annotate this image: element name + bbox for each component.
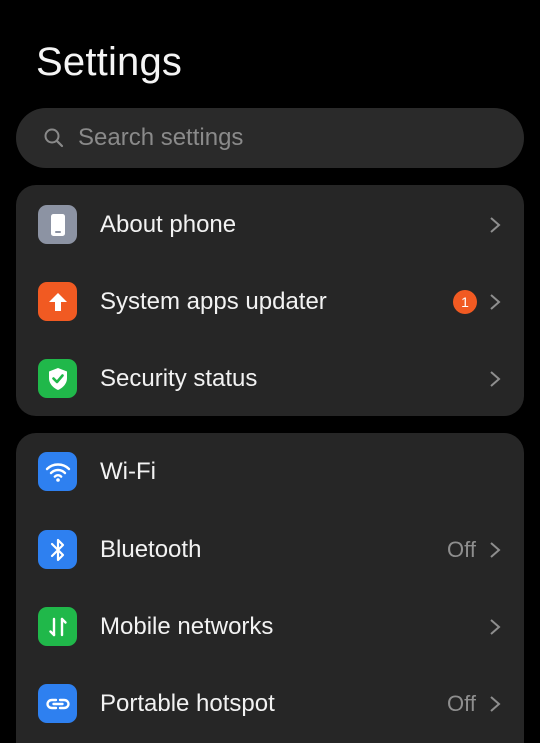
bluetooth-icon	[38, 530, 77, 569]
settings-group-connections: Wi-Fi Bluetooth Off Mobile networks Port…	[16, 433, 524, 743]
settings-screen: Settings About phone	[0, 0, 540, 743]
arrow-up-icon	[38, 282, 77, 321]
phone-icon	[38, 205, 77, 244]
settings-item-mobile-networks[interactable]: Mobile networks	[16, 588, 524, 665]
mobile-data-icon	[38, 607, 77, 646]
settings-item-wifi[interactable]: Wi-Fi	[16, 433, 524, 510]
settings-item-bluetooth[interactable]: Bluetooth Off	[16, 511, 524, 588]
settings-item-label: About phone	[100, 210, 237, 238]
settings-item-security-status[interactable]: Security status	[16, 340, 524, 417]
settings-item-label: Mobile networks	[100, 612, 274, 640]
chevron-right-icon	[488, 292, 502, 312]
settings-item-label: Wi-Fi	[100, 457, 156, 485]
chevron-right-icon	[488, 540, 502, 560]
search-icon	[42, 126, 66, 150]
settings-item-label: Portable hotspot	[100, 689, 275, 717]
chevron-right-icon	[488, 694, 502, 714]
chevron-right-icon	[488, 369, 502, 389]
shield-check-icon	[38, 359, 77, 398]
settings-group-device: About phone System apps updater 1 Securi…	[16, 185, 524, 416]
settings-item-portable-hotspot[interactable]: Portable hotspot Off	[16, 665, 524, 742]
page-title: Settings	[36, 40, 183, 84]
bluetooth-status-value: Off	[447, 536, 476, 562]
hotspot-icon	[38, 684, 77, 723]
chevron-right-icon	[488, 215, 502, 235]
search-input[interactable]	[78, 124, 478, 152]
settings-item-system-apps-updater[interactable]: System apps updater 1	[16, 263, 524, 340]
hotspot-status-value: Off	[447, 690, 476, 716]
settings-item-label: Bluetooth	[100, 535, 202, 563]
update-count-badge: 1	[453, 289, 477, 314]
wifi-icon	[38, 452, 77, 491]
settings-item-label: Security status	[100, 364, 258, 392]
settings-item-about-phone[interactable]: About phone	[16, 186, 524, 263]
settings-item-label: System apps updater	[100, 287, 327, 315]
chevron-right-icon	[488, 617, 502, 637]
search-bar[interactable]	[16, 108, 524, 168]
